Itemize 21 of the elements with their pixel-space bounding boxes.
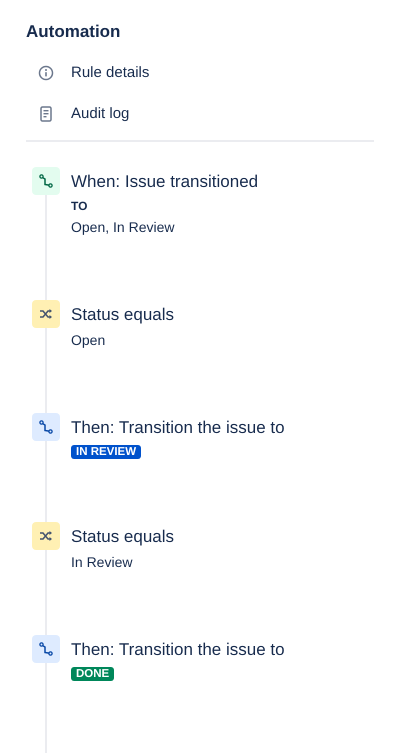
step-title[interactable]: Then: Transition the issue to: [71, 418, 285, 438]
step-value: Open: [71, 331, 106, 350]
info-icon: [38, 64, 54, 80]
step-title[interactable]: Then: Transition the issue to: [71, 640, 285, 660]
nav-link[interactable]: Audit log: [71, 105, 130, 122]
sidebar-title: Automation: [26, 22, 122, 42]
branch-icon: [32, 635, 60, 663]
status-lozenge: IN REVIEW: [71, 445, 142, 459]
step-title[interactable]: When: Issue transitioned: [71, 172, 258, 192]
step-title[interactable]: Status equals: [71, 527, 174, 547]
step-title[interactable]: Status equals: [71, 305, 174, 325]
field-label: TO: [71, 198, 88, 215]
shuffle-icon: [32, 522, 60, 550]
shuffle-icon: [32, 300, 60, 328]
document-icon: [40, 106, 52, 122]
branch-icon: [32, 413, 60, 441]
status-lozenge: DONE: [71, 667, 114, 681]
step-value: In Review: [71, 553, 134, 572]
step-value: Open, In Review: [71, 218, 176, 237]
branch-icon: [32, 167, 60, 195]
nav-link[interactable]: Rule details: [71, 64, 150, 81]
